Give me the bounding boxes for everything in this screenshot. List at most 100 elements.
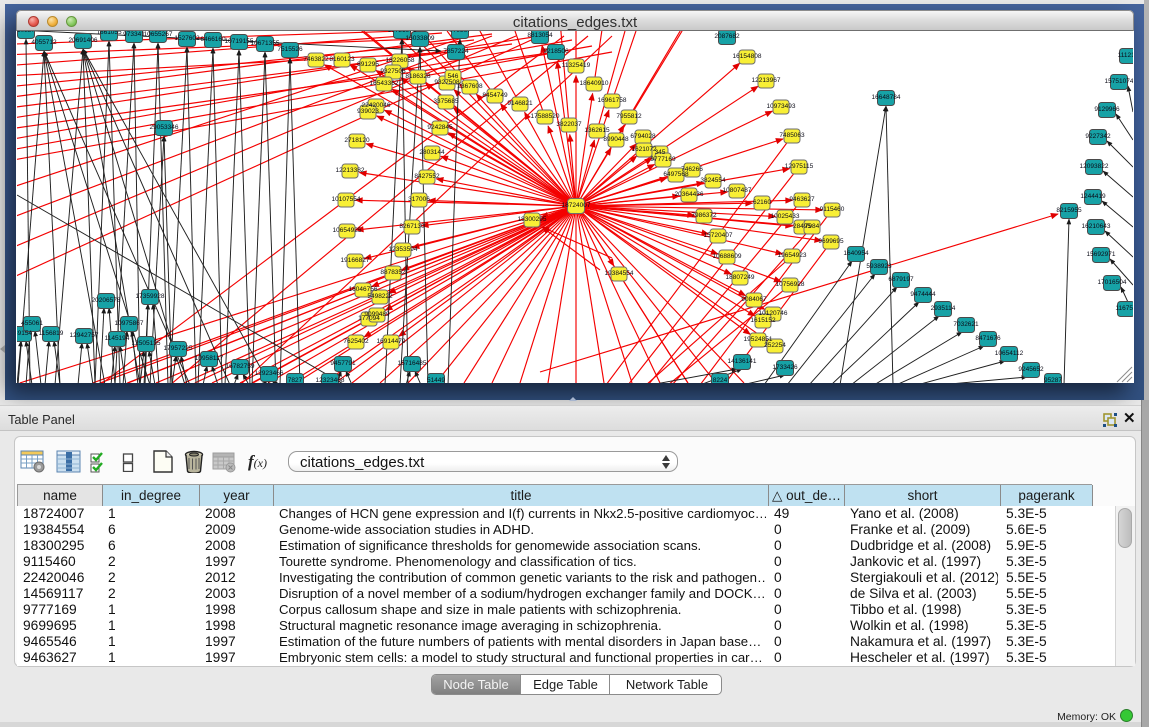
svg-text:9327506: 9327506 [380, 68, 406, 75]
svg-text:7984: 7984 [805, 223, 820, 230]
svg-text:16543362: 16543362 [370, 80, 399, 87]
svg-text:10756928: 10756928 [776, 281, 805, 288]
svg-text:9777169: 9777169 [650, 156, 676, 163]
svg-text:5938923: 5938923 [866, 263, 892, 270]
svg-text:12213967: 12213967 [752, 77, 781, 84]
svg-text:8186328: 8186328 [405, 73, 431, 80]
svg-text:16648784: 16648784 [872, 94, 901, 101]
svg-text:8427552: 8427552 [414, 173, 440, 180]
svg-text:9146821: 9146821 [507, 100, 533, 107]
svg-text:9099489: 9099489 [364, 311, 390, 318]
svg-text:973341: 973341 [123, 31, 145, 38]
svg-text:19384554: 19384554 [605, 270, 634, 277]
svg-text:10655267: 10655267 [144, 31, 173, 38]
svg-text:3824554: 3824554 [700, 177, 726, 184]
svg-text:51449: 51449 [427, 377, 445, 383]
svg-text:12213382: 12213382 [336, 167, 365, 174]
svg-text:16721971: 16721971 [388, 31, 417, 34]
svg-text:19654923: 19654923 [778, 252, 807, 259]
svg-text:8454749: 8454749 [482, 92, 508, 99]
svg-text:1621072: 1621072 [631, 146, 657, 153]
svg-text:8813054: 8813054 [527, 32, 553, 39]
svg-text:1244419: 1244419 [1080, 193, 1106, 200]
svg-text:15720407: 15720407 [704, 232, 733, 239]
svg-text:746266: 746266 [681, 166, 703, 173]
svg-text:16961758: 16961758 [598, 97, 627, 104]
svg-text:979367: 979367 [449, 31, 471, 34]
svg-text:2935114: 2935114 [931, 305, 956, 312]
svg-text:8471676: 8471676 [975, 335, 1001, 342]
svg-text:12353594: 12353594 [389, 246, 418, 253]
svg-text:939023: 939023 [357, 108, 379, 115]
svg-text:1615152: 1615152 [750, 317, 776, 324]
svg-text:116753: 116753 [1115, 305, 1133, 312]
svg-text:3375685: 3375685 [433, 98, 459, 105]
svg-text:9463627: 9463627 [789, 196, 815, 203]
svg-text:546: 546 [448, 73, 459, 80]
svg-text:8215955: 8215955 [1056, 207, 1082, 214]
svg-text:111213: 111213 [1118, 52, 1133, 59]
svg-text:10327: 10327 [17, 31, 35, 34]
svg-text:7857224: 7857224 [443, 48, 469, 55]
svg-text:18724007: 18724007 [562, 202, 591, 209]
svg-text:16046756: 16046756 [349, 286, 378, 293]
svg-text:2803144: 2803144 [419, 149, 445, 156]
svg-text:1362615: 1362615 [584, 127, 610, 134]
svg-text:9227342: 9227342 [1085, 133, 1111, 140]
svg-text:39154: 39154 [17, 330, 32, 337]
svg-text:5498222: 5498222 [367, 293, 393, 300]
svg-text:7032621: 7032621 [953, 321, 979, 328]
svg-text:18300295: 18300295 [518, 216, 547, 223]
svg-text:16914479: 16914479 [377, 338, 406, 345]
svg-text:10120746: 10120746 [759, 310, 788, 317]
svg-text:7463822: 7463822 [303, 56, 329, 63]
svg-text:8267130: 8267130 [399, 223, 425, 230]
svg-text:12505135: 12505135 [132, 340, 161, 347]
svg-text:8878352: 8878352 [380, 269, 406, 276]
svg-text:9327508: 9327508 [434, 79, 460, 86]
svg-text:16033809: 16033809 [406, 35, 435, 42]
svg-text:10654925: 10654925 [333, 227, 362, 234]
svg-text:6879197: 6879197 [888, 276, 914, 283]
svg-text:1733426: 1733426 [772, 364, 798, 371]
svg-text:9084067: 9084067 [741, 296, 767, 303]
svg-text:17957225: 17957225 [164, 345, 193, 352]
svg-text:1156819: 1156819 [39, 330, 64, 337]
svg-text:9457791: 9457791 [330, 360, 356, 367]
svg-text:9218506: 9218506 [543, 48, 569, 55]
svg-text:7625402: 7625402 [343, 338, 369, 345]
svg-text:17016504: 17016504 [1098, 279, 1127, 286]
svg-text:1145194: 1145194 [105, 335, 130, 342]
svg-text:8224: 8224 [713, 377, 728, 383]
svg-text:891295: 891295 [357, 61, 379, 68]
svg-text:10688609: 10688609 [713, 253, 742, 260]
svg-text:455061: 455061 [21, 320, 43, 327]
svg-text:7986372: 7986372 [691, 212, 717, 219]
svg-text:16782759: 16782759 [226, 363, 255, 370]
svg-text:6466160: 6466160 [200, 36, 226, 43]
svg-text:17588520: 17588520 [531, 113, 560, 120]
svg-text:345: 345 [655, 149, 666, 156]
svg-text:20206578: 20206578 [92, 297, 121, 304]
svg-text:7485063: 7485063 [779, 132, 805, 139]
svg-text:8990448: 8990448 [603, 136, 629, 143]
svg-text:9699695: 9699695 [818, 238, 844, 245]
svg-text:19166827: 19166827 [341, 257, 370, 264]
svg-text:7955812: 7955812 [616, 113, 642, 120]
svg-text:15716485: 15716485 [398, 360, 427, 367]
svg-text:10671355: 10671355 [251, 40, 280, 47]
svg-text:11325419: 11325419 [562, 62, 591, 69]
svg-text:10807487: 10807487 [723, 187, 752, 194]
svg-text:9474444: 9474444 [910, 291, 936, 298]
svg-text:2367608: 2367608 [457, 83, 483, 90]
svg-text:3822037: 3822037 [556, 121, 582, 128]
svg-text:1640954: 1640954 [843, 250, 869, 257]
svg-text:10025433: 10025433 [771, 213, 800, 220]
svg-text:252254: 252254 [764, 342, 786, 349]
svg-text:317006: 317006 [408, 196, 430, 203]
svg-text:17359928: 17359928 [136, 293, 165, 300]
svg-text:12975115: 12975115 [785, 163, 814, 170]
svg-text:10973493: 10973493 [767, 103, 796, 110]
svg-text:2087682: 2087682 [714, 33, 740, 40]
svg-text:62160: 62160 [753, 199, 771, 206]
